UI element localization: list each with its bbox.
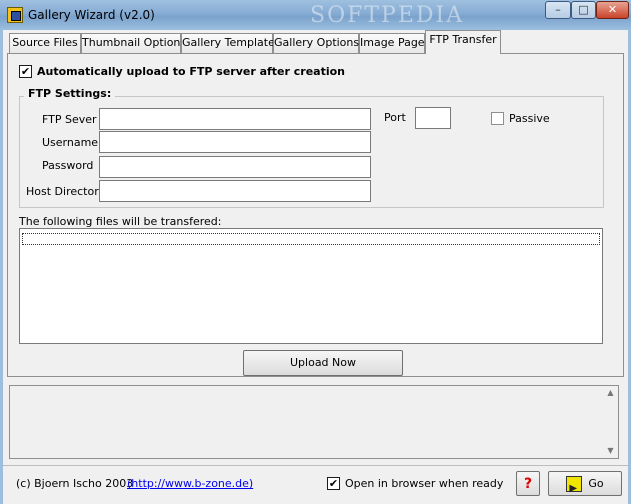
window-title: Gallery Wizard (v2.0): [28, 8, 155, 22]
tab-thumbnail-options[interactable]: Thumbnail Options: [81, 33, 186, 53]
files-list[interactable]: [19, 228, 603, 344]
go-icon: [566, 476, 583, 501]
ftp-settings-title: FTP Settings:: [24, 87, 116, 100]
minimize-button[interactable]: –: [545, 1, 571, 19]
ftp-server-label: FTP Sever: [42, 113, 97, 126]
auto-upload-label: Automatically upload to FTP server after…: [37, 65, 346, 78]
passive-label: Passive: [509, 112, 550, 125]
footer-divider: [3, 465, 628, 466]
tab-ftp-transfer[interactable]: FTP Transfer: [425, 30, 501, 54]
port-input[interactable]: [415, 107, 451, 129]
help-icon: ?: [523, 476, 533, 492]
tab-source-files[interactable]: Source Files: [9, 33, 81, 53]
username-label: Username: [42, 136, 99, 149]
password-label: Password: [42, 159, 94, 172]
log-text-area[interactable]: [9, 385, 619, 459]
maximize-button[interactable]: □: [571, 1, 596, 19]
app-icon: [7, 7, 23, 23]
files-label: The following files will be transfered:: [19, 215, 222, 228]
close-button[interactable]: ✕: [596, 1, 629, 19]
upload-now-button[interactable]: Upload Now: [243, 350, 403, 376]
password-input[interactable]: [99, 156, 371, 178]
tab-gallery-template[interactable]: Gallery Template: [181, 33, 275, 53]
port-label: Port: [384, 111, 406, 124]
copyright-text: (c) Bjoern Ischo 2003: [16, 477, 134, 490]
ftp-server-input[interactable]: [99, 108, 371, 130]
host-directory-input[interactable]: [99, 180, 371, 202]
open-browser-checkbox[interactable]: ✔: [327, 477, 340, 490]
open-browser-label: Open in browser when ready: [345, 477, 504, 490]
go-label: Go: [588, 477, 604, 490]
help-button[interactable]: ?: [516, 471, 540, 496]
passive-checkbox[interactable]: [491, 112, 504, 125]
go-button[interactable]: Go: [548, 471, 622, 501]
tab-image-page[interactable]: Image Page: [359, 33, 425, 53]
scroll-up-icon[interactable]: ▲: [603, 388, 618, 397]
host-directory-label: Host Directory: [26, 185, 106, 198]
list-focus-row: [22, 233, 600, 245]
log-scrollbar[interactable]: ▲ ▼: [603, 386, 618, 458]
website-link[interactable]: (http://www.b-zone.de): [127, 477, 253, 490]
scroll-down-icon[interactable]: ▼: [603, 446, 618, 455]
tab-gallery-options[interactable]: Gallery Options: [273, 33, 359, 53]
auto-upload-checkbox[interactable]: ✔: [19, 65, 32, 78]
username-input[interactable]: [99, 131, 371, 153]
watermark: SOFTPEDIA: [310, 3, 465, 28]
